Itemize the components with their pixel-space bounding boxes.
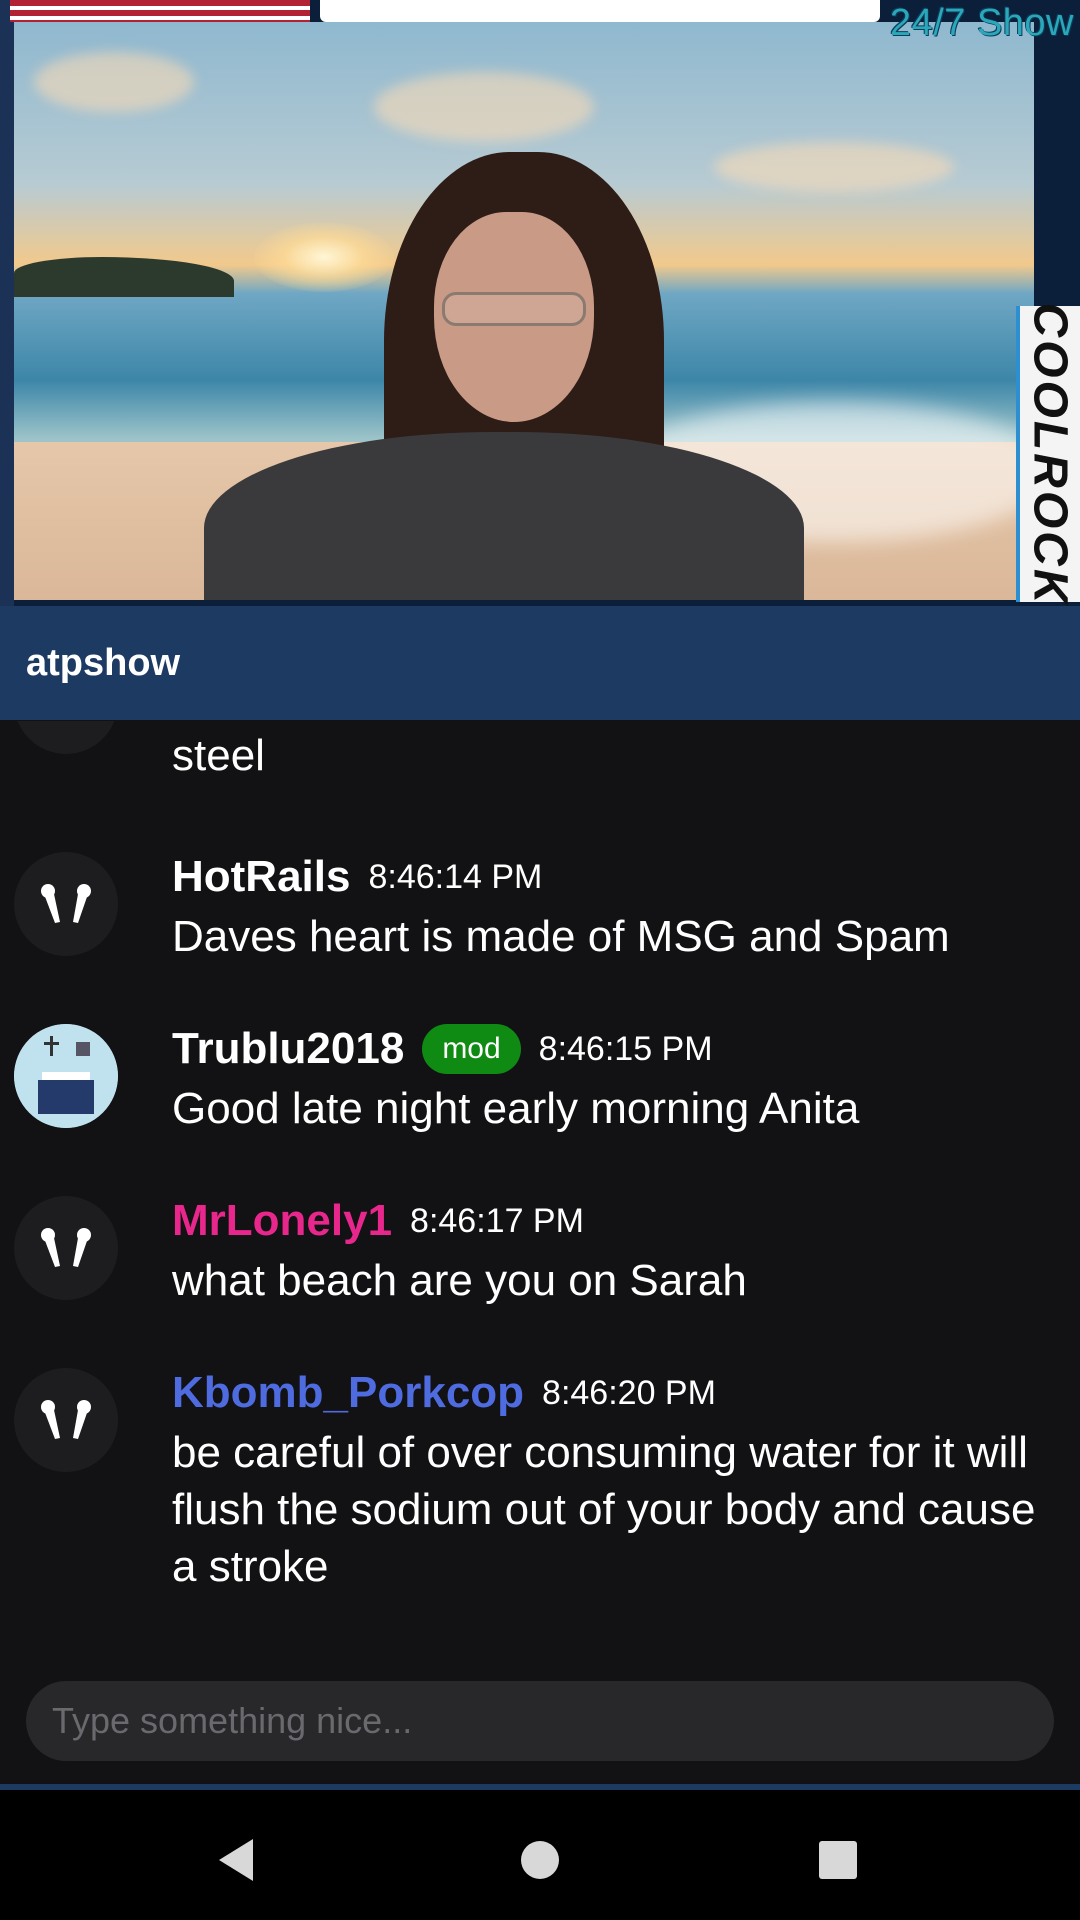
back-icon[interactable]	[198, 1820, 278, 1900]
timestamp: 8:46:20 PM	[542, 1373, 716, 1412]
channel-name[interactable]: atpshow	[26, 642, 180, 685]
message-text: Daves heart is made of MSG and Spam	[172, 912, 950, 961]
home-icon[interactable]	[500, 1820, 580, 1900]
default-avatar-icon[interactable]	[14, 1196, 118, 1300]
flag-banner	[10, 0, 310, 22]
video-left-strip	[0, 0, 14, 606]
side-logo: COOLROCK	[1016, 302, 1080, 606]
timestamp: 8:46:17 PM	[410, 1201, 584, 1240]
timestamp: 8:46:14 PM	[368, 857, 543, 896]
system-nav-bar	[0, 1790, 1080, 1920]
message-text: steel	[172, 720, 1062, 784]
username[interactable]: MrLonely1	[172, 1196, 392, 1246]
trublu-avatar-image[interactable]	[14, 1024, 118, 1128]
chat-list[interactable]: steel HotRails 8:46:14 PM Daves heart is…	[0, 720, 1080, 1680]
recents-icon[interactable]	[798, 1820, 878, 1900]
video-frame	[14, 22, 1034, 600]
default-avatar-icon[interactable]	[14, 852, 118, 956]
message-text: be careful of over consuming water for i…	[172, 1428, 1036, 1591]
message-text-line: steel	[172, 731, 265, 780]
channel-header: atpshow	[0, 606, 1080, 720]
message-input-container	[26, 1681, 1054, 1761]
side-logo-text: COOLROCK	[1023, 302, 1077, 606]
default-avatar-icon	[14, 720, 118, 754]
show-title-banner	[320, 0, 880, 22]
username[interactable]: Kbomb_Porkcop	[172, 1368, 524, 1418]
message-text: what beach are you on Sarah	[172, 1256, 747, 1305]
message-text: Good late night early morning Anita	[172, 1084, 860, 1133]
username[interactable]: Trublu2018	[172, 1024, 404, 1074]
streamer	[194, 152, 814, 600]
username[interactable]: HotRails	[172, 852, 350, 902]
timestamp: 8:46:15 PM	[538, 1029, 713, 1068]
mod-badge: mod	[422, 1024, 521, 1074]
show-tag: 24/7 Show	[889, 2, 1074, 44]
video-player[interactable]: 24/7 Show COOLROCK	[0, 0, 1080, 606]
message-input[interactable]	[26, 1681, 1054, 1761]
default-avatar-icon[interactable]	[14, 1368, 118, 1472]
